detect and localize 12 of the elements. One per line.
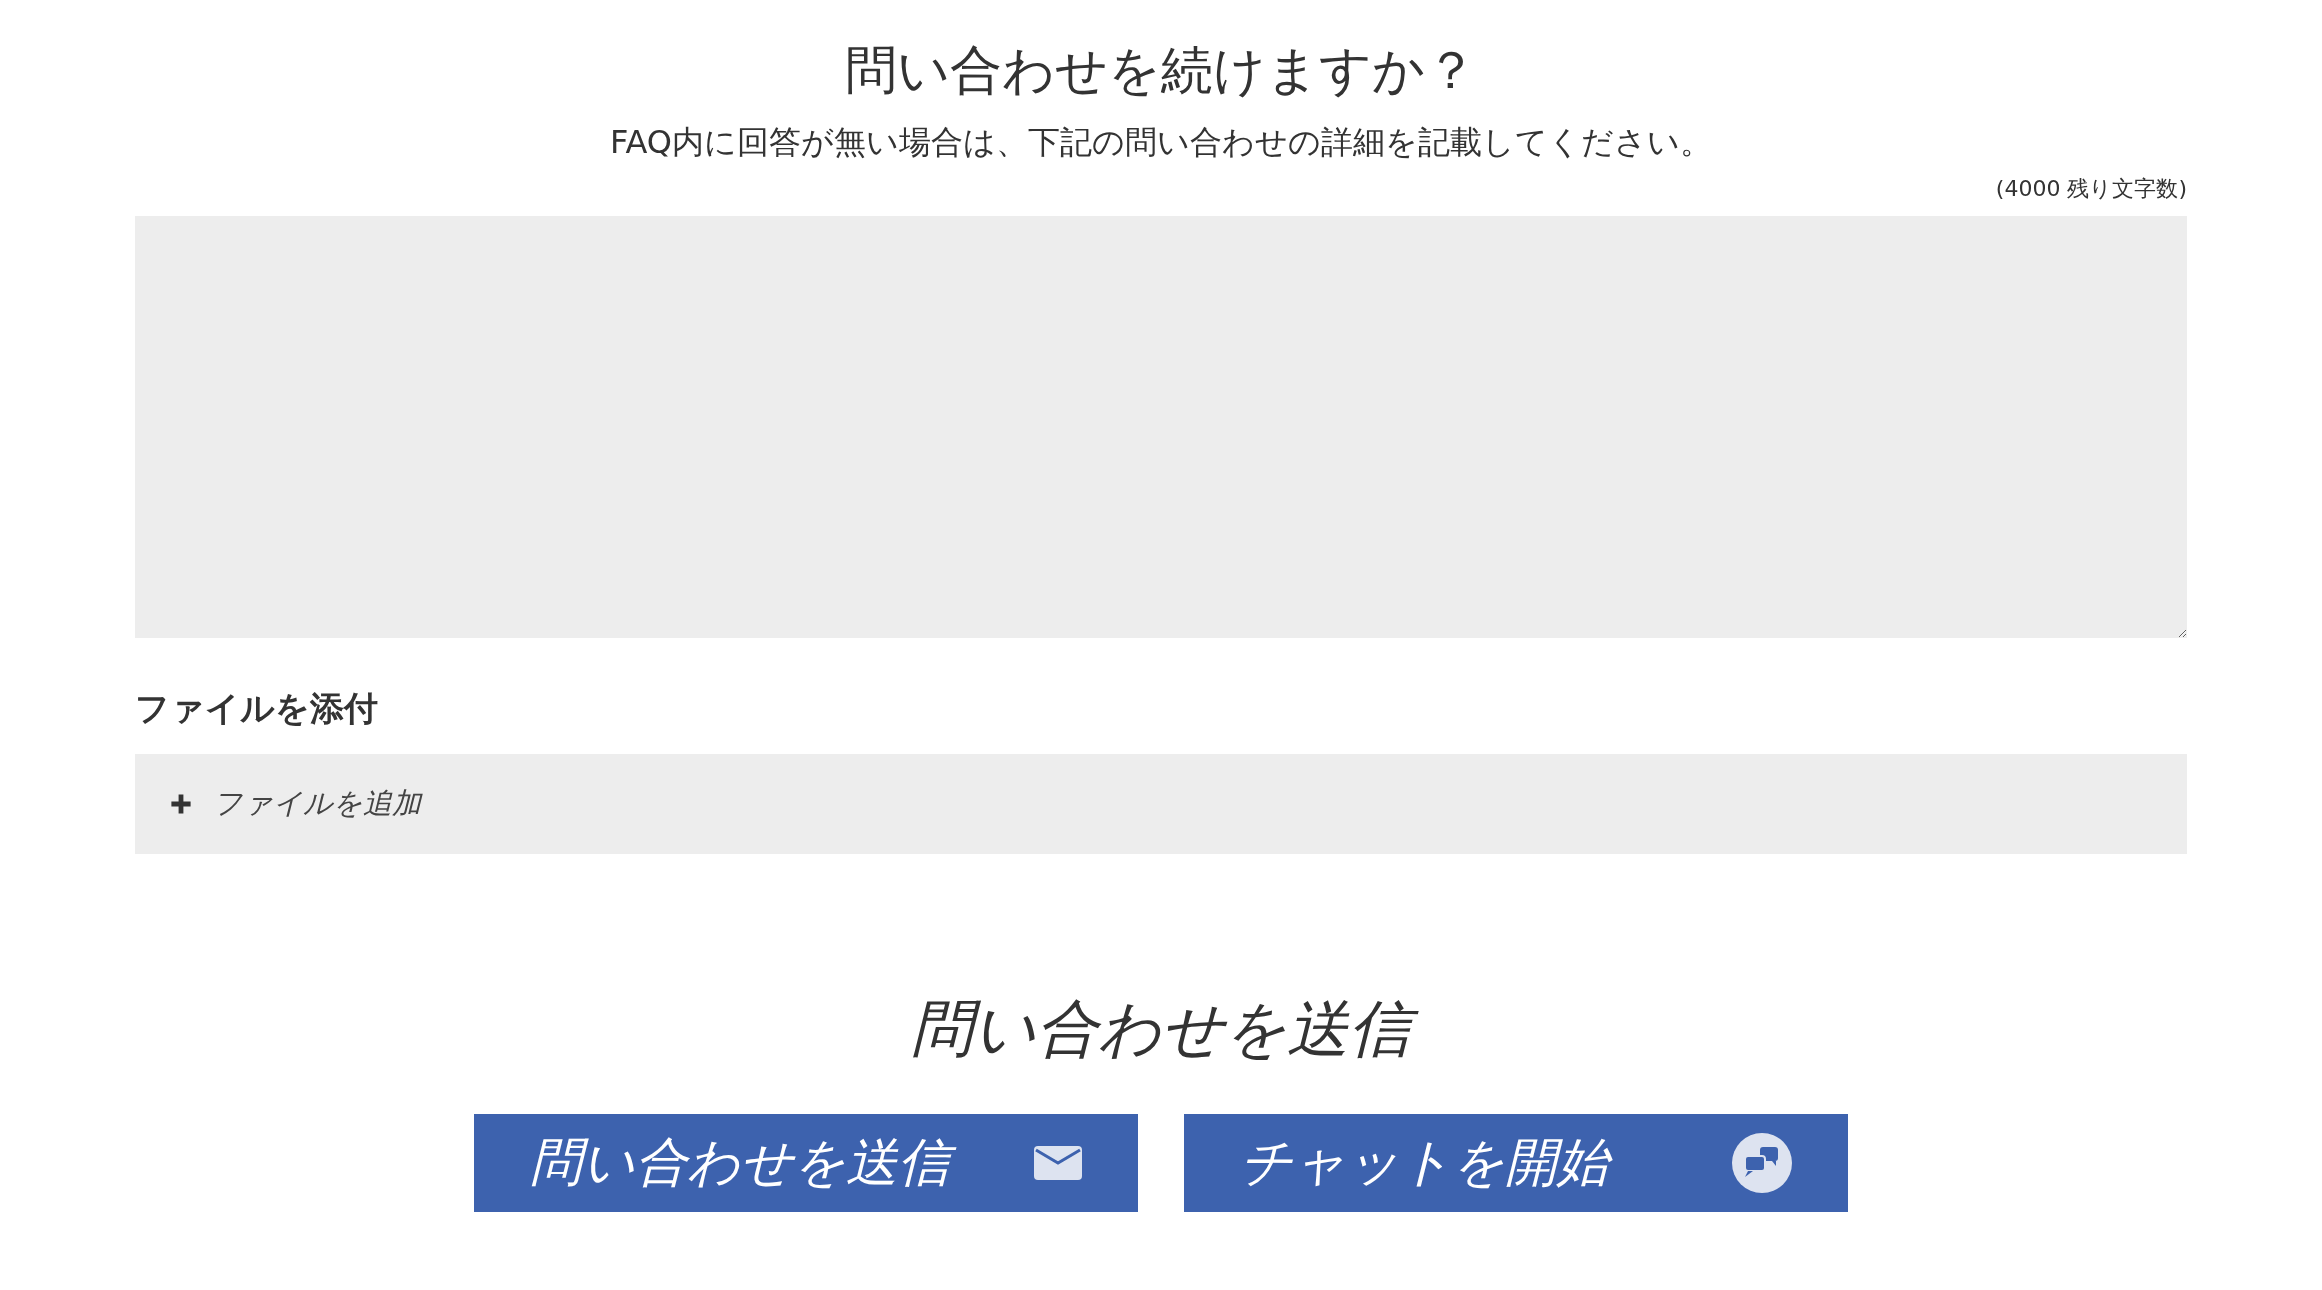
section-heading: 問い合わせを送信 — [135, 984, 2187, 1074]
envelope-icon — [1034, 1146, 1082, 1180]
character-counter: (4000 残り文字数) — [1995, 175, 2187, 203]
attach-file-label: ファイルを添付 — [135, 687, 379, 730]
action-button[interactable]: 問い合わせを送信 — [474, 1114, 1138, 1212]
chat-bubbles-icon — [1732, 1133, 1792, 1193]
action-button[interactable]: チャットを開始 — [1184, 1114, 1848, 1212]
page-title: 問い合わせを続けますか？ — [844, 39, 1478, 102]
instruction-text: FAQ内に回答が無い場合は、下記の問い合わせの詳細を記載してください。 — [609, 122, 1713, 163]
plus-icon — [169, 792, 193, 816]
add-file-button[interactable]: ファイルを追加 — [135, 754, 2187, 854]
message-field[interactable] — [135, 216, 2187, 638]
